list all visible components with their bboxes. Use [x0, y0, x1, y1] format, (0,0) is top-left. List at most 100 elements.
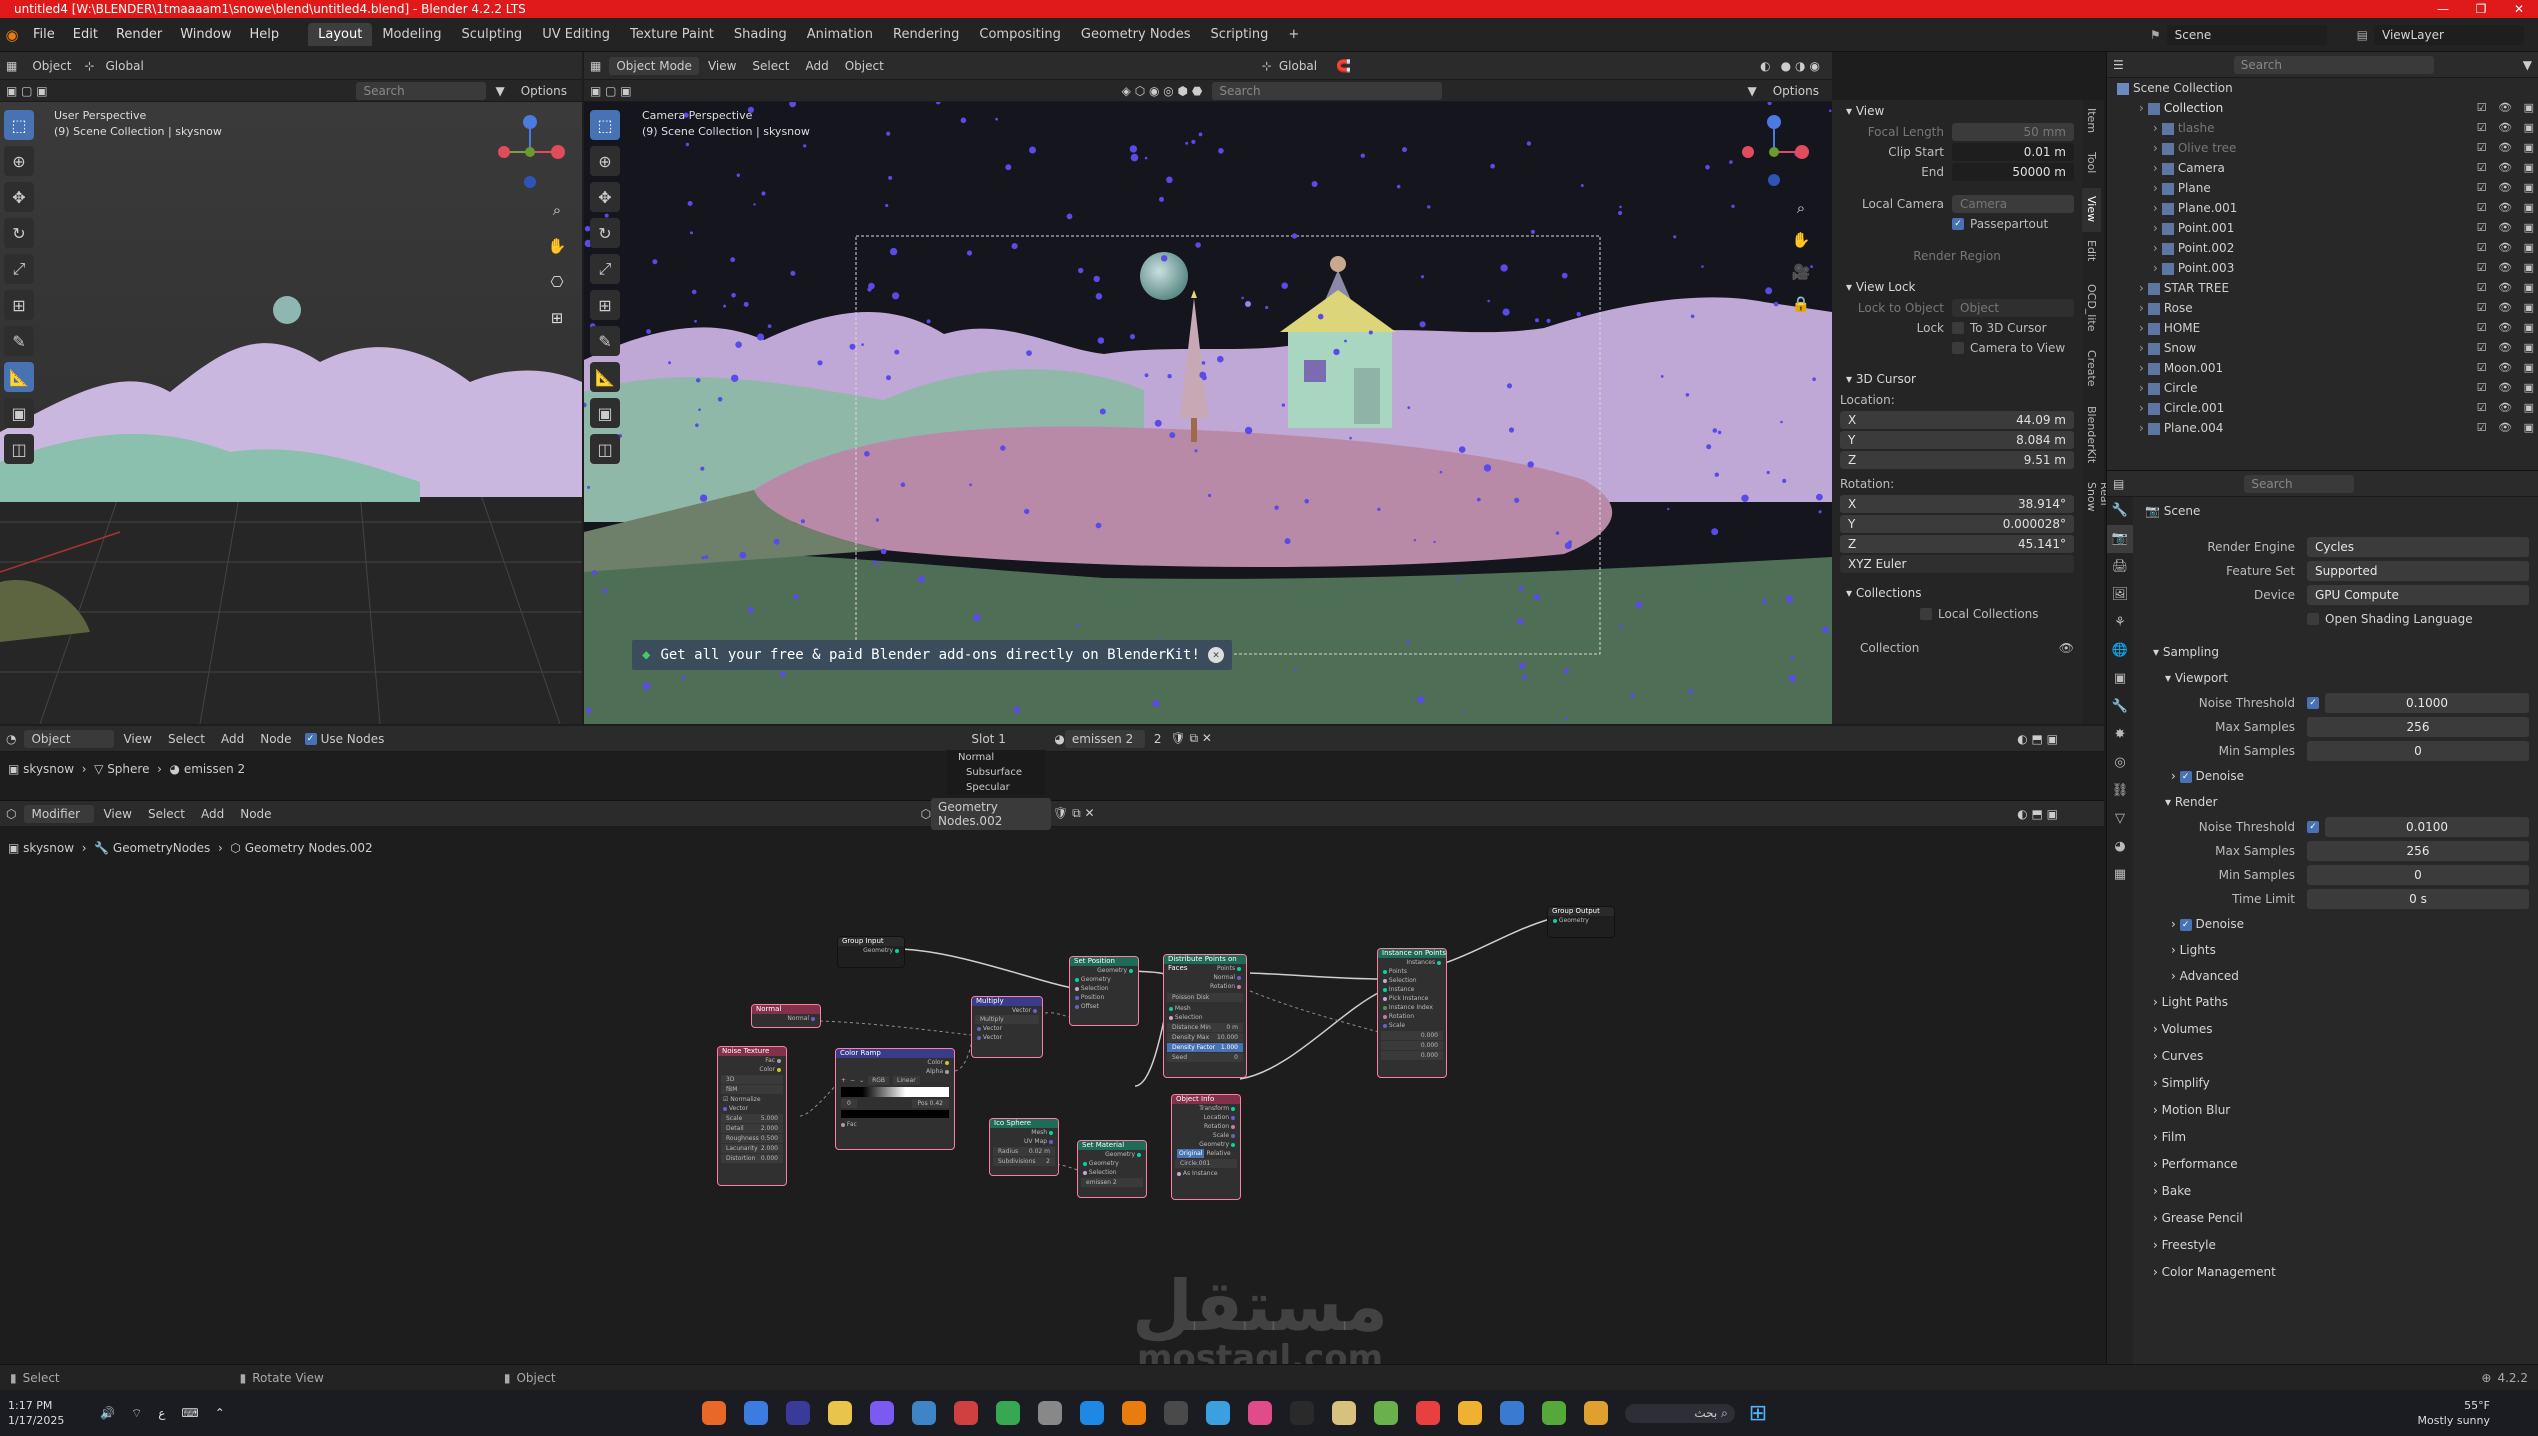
navigation-gizmo[interactable]: [490, 112, 570, 192]
camera-to-view-checkbox[interactable]: [1952, 342, 1964, 354]
noise-lacunarity-field[interactable]: Lacunarity 2.000: [721, 1144, 783, 1153]
advanced-subsection[interactable]: › Advanced: [2137, 963, 2537, 989]
add-object-tool[interactable]: ◫: [4, 434, 34, 464]
visibility-eye-icon[interactable]: ☑ 👁 ▣: [2477, 118, 2538, 138]
modifier-tab-icon[interactable]: 🔧: [2107, 693, 2133, 721]
vp-denoise-checkbox[interactable]: ✓: [2179, 770, 2192, 783]
taskbar-app-icon[interactable]: [1205, 1401, 1230, 1425]
tab-animation[interactable]: Animation: [797, 23, 883, 46]
scale-x-field[interactable]: 0.000: [1381, 1031, 1443, 1040]
outliner-item[interactable]: › Point.002 ☑ 👁 ▣: [2107, 238, 2538, 258]
shader-object-dropdown[interactable]: Object: [24, 729, 115, 748]
expand-chevron-icon[interactable]: ›: [2139, 421, 2144, 435]
collection-eye-icon[interactable]: 👁: [2059, 641, 2074, 655]
options-menu[interactable]: Options: [514, 82, 574, 100]
properties-section[interactable]: › Simplify: [2137, 1070, 2537, 1097]
taskbar-app-icon[interactable]: [1037, 1401, 1062, 1425]
r-min-samples-field[interactable]: 0: [2307, 865, 2529, 885]
properties-section[interactable]: › Film: [2137, 1124, 2537, 1151]
shader-select-menu[interactable]: Select: [161, 730, 212, 748]
vp-noise-threshold-field[interactable]: 0.1000: [2325, 693, 2529, 713]
ramp-remove-icon[interactable]: −: [850, 1076, 855, 1085]
visibility-eye-icon[interactable]: ☑ 👁 ▣: [2477, 198, 2538, 218]
node-group-input[interactable]: Group Input Geometry: [838, 937, 904, 967]
radius-field[interactable]: Radius 0.02 m: [993, 1147, 1055, 1156]
visibility-eye-icon[interactable]: ☑ 👁 ▣: [2477, 418, 2538, 438]
view-panel-header[interactable]: ▾ View: [1832, 100, 2082, 122]
menu-file[interactable]: File: [24, 27, 64, 42]
visibility-eye-icon[interactable]: ☑ 👁 ▣: [2477, 278, 2538, 298]
visibility-eye-icon[interactable]: ☑ 👁 ▣: [2477, 98, 2538, 118]
visibility-eye-icon[interactable]: ☑ 👁 ▣: [2477, 218, 2538, 238]
distance-min-field[interactable]: Distance Min 0 m: [1167, 1023, 1243, 1032]
taskbar-app-icon[interactable]: [869, 1401, 894, 1425]
render-subsection[interactable]: ▾ Render: [2137, 789, 2537, 815]
taskbar-app-icon[interactable]: [1331, 1401, 1356, 1425]
blenderkit-banner[interactable]: ◆ Get all your free & paid Blender add-o…: [632, 640, 1232, 670]
node-object-info[interactable]: Object Info Transform Location Rotation …: [1172, 1095, 1240, 1199]
properties-section[interactable]: › Bake: [2137, 1178, 2537, 1205]
view-layer-tab-icon[interactable]: 🖼: [2107, 581, 2133, 609]
add-menu[interactable]: Add: [798, 57, 835, 75]
normalize-checkbox[interactable]: ☑ Normalize: [718, 1095, 786, 1104]
properties-section[interactable]: › Curves: [2137, 1043, 2537, 1070]
expand-chevron-icon[interactable]: ›: [2153, 241, 2158, 255]
outliner-item[interactable]: › Plane ☑ 👁 ▣: [2107, 178, 2538, 198]
node-color-ramp[interactable]: Color Ramp Color Alpha + − ⌄ RGB Linear 0 Pos…: [836, 1049, 954, 1149]
camera-view-icon[interactable]: 🎥: [1790, 256, 1812, 288]
shader-node-menu[interactable]: Node: [253, 730, 298, 748]
chevron-up-icon[interactable]: ⌃: [215, 1406, 225, 1420]
outliner-item[interactable]: › Circle.001 ☑ 👁 ▣: [2107, 398, 2538, 418]
camera-view-icon[interactable]: ⎔: [546, 264, 568, 300]
measure-tool[interactable]: 📐: [590, 362, 620, 392]
shader-overlay-icons[interactable]: ◐ ⬒ ▣: [2017, 732, 2058, 746]
shader-view-menu[interactable]: View: [116, 730, 158, 748]
object-tab-icon[interactable]: ▣: [2107, 665, 2133, 693]
taskbar-clock[interactable]: 1:17 PM 1/17/2025: [8, 1398, 92, 1428]
visibility-eye-icon[interactable]: ☑ 👁 ▣: [2477, 378, 2538, 398]
transform-tool[interactable]: ⊞: [590, 290, 620, 320]
properties-type-icon[interactable]: ▤: [2113, 477, 2124, 491]
sidebar-tab-view[interactable]: View: [2082, 188, 2101, 232]
output-tab-icon[interactable]: 🖨: [2107, 553, 2133, 581]
tab-geometry-nodes[interactable]: Geometry Nodes: [1071, 23, 1201, 46]
pan-hand-icon[interactable]: ✋: [546, 228, 568, 264]
passepartout-row[interactable]: ✓ Passepartout: [1832, 214, 2082, 234]
ramp-add-icon[interactable]: +: [841, 1076, 846, 1085]
visibility-eye-icon[interactable]: ☑ 👁 ▣: [2477, 258, 2538, 278]
taskbar-app-icon[interactable]: [1457, 1401, 1482, 1425]
material-tab-icon[interactable]: ◕: [2107, 833, 2133, 861]
node-instance-on-points[interactable]: Instance on Points Instances Points Sele…: [1378, 949, 1446, 1077]
ramp-interp[interactable]: Linear: [893, 1076, 920, 1085]
view-menu[interactable]: View: [701, 57, 743, 75]
scale-tool[interactable]: ⤢: [4, 254, 34, 284]
expand-chevron-icon[interactable]: ›: [2139, 321, 2144, 335]
subdivisions-field[interactable]: Subdivisions 2: [993, 1157, 1055, 1166]
sidebar-tab-item[interactable]: Item: [2082, 100, 2101, 144]
r-denoise-checkbox[interactable]: ✓: [2179, 918, 2192, 931]
view-lock-header[interactable]: ▾ View Lock: [1832, 276, 2082, 298]
expand-chevron-icon[interactable]: ›: [2139, 301, 2144, 315]
local-camera-field[interactable]: Camera: [1952, 195, 2074, 213]
cursor-tool[interactable]: ⊕: [4, 146, 34, 176]
close-button[interactable]: ✕: [2500, 0, 2538, 18]
visibility-eye-icon[interactable]: ☑ 👁 ▣: [2477, 158, 2538, 178]
shading-rendered-icon[interactable]: ◉: [1810, 59, 1820, 73]
ramp-menu-icon[interactable]: ⌄: [859, 1076, 864, 1085]
use-nodes-checkbox[interactable]: ✓: [304, 732, 317, 745]
taskbar-app-icon[interactable]: [1121, 1401, 1146, 1425]
visibility-eye-icon[interactable]: ☑ 👁 ▣: [2477, 398, 2538, 418]
taskbar-app-icon[interactable]: [827, 1401, 852, 1425]
outliner-item[interactable]: › Circle ☑ 👁 ▣: [2107, 378, 2538, 398]
visibility-eye-icon[interactable]: ☑ 👁 ▣: [2477, 338, 2538, 358]
shading-material-icon[interactable]: ◑: [1795, 59, 1805, 73]
taskbar-app-icon[interactable]: [785, 1401, 810, 1425]
scale-y-field[interactable]: 0.000: [1381, 1041, 1443, 1050]
snap-icon[interactable]: 🧲: [1336, 59, 1351, 73]
outliner-item[interactable]: › Rose ☑ 👁 ▣: [2107, 298, 2538, 318]
outliner-item[interactable]: › Plane.001 ☑ 👁 ▣: [2107, 198, 2538, 218]
transform-orientation-dropdown[interactable]: Global: [1272, 57, 1324, 75]
outliner-item[interactable]: › Snow ☑ 👁 ▣: [2107, 338, 2538, 358]
scale-z-field[interactable]: 0.000: [1381, 1051, 1443, 1060]
visibility-eye-icon[interactable]: ☑ 👁 ▣: [2477, 298, 2538, 318]
